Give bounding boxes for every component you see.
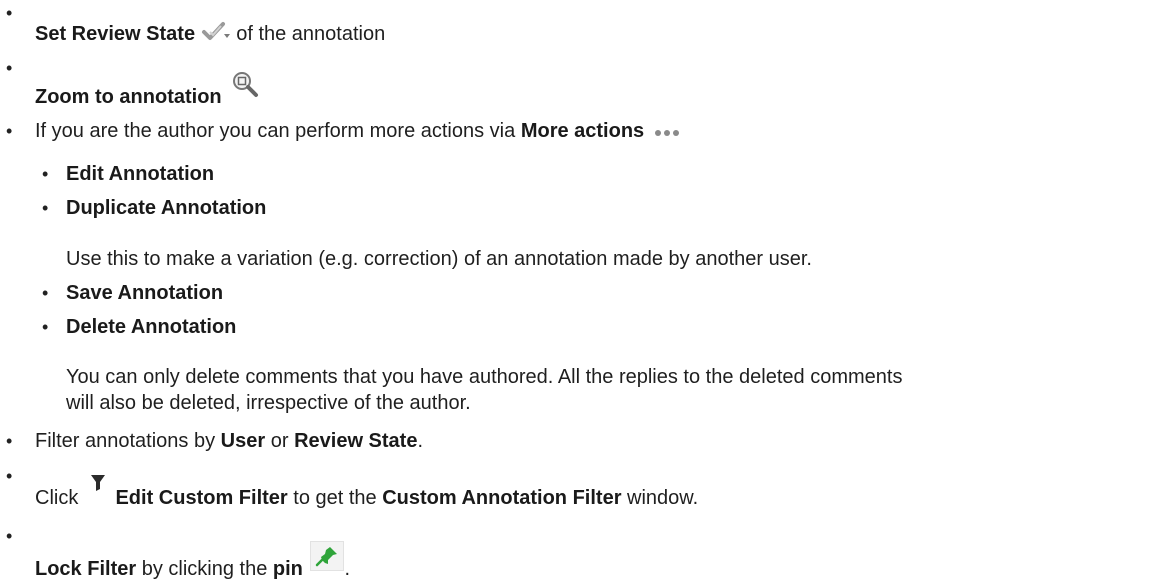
bullet: •	[6, 466, 13, 486]
list-item-review-state: • Set Review State of the annotation	[0, 0, 1165, 50]
duplicate-annotation-label: Duplicate Annotation	[66, 197, 267, 219]
filter-user: User	[220, 430, 266, 452]
filter-funnel-icon	[90, 473, 106, 500]
custom-mid-text: to get the	[293, 487, 377, 509]
review-state-suffix: of the annotation	[236, 22, 386, 45]
lock-mid-text: by clicking the	[141, 557, 268, 580]
custom-click-text: Click	[35, 487, 79, 509]
custom-annotation-filter-label: Custom Annotation Filter	[382, 487, 622, 509]
more-actions-label: More actions	[520, 120, 645, 142]
lock-filter-label: Lock Filter	[35, 557, 137, 580]
custom-window-text: window.	[627, 487, 699, 509]
bullet: •	[6, 58, 13, 78]
filter-or: or	[270, 430, 289, 452]
pin-icon	[310, 541, 345, 578]
bullet: •	[42, 164, 49, 184]
delete-description-line-2: will also be deleted, irrespective of th…	[66, 392, 471, 414]
list-item-lock-filter: • Lock Filter by clicking the pin .	[0, 523, 1165, 581]
bullet: •	[42, 317, 49, 337]
checkmark-dropdown-icon	[201, 20, 231, 49]
list-item-custom-filter: • Click Edit Custom Filter to get the Cu…	[0, 463, 1165, 513]
filter-text: Filter annotations by	[35, 430, 216, 452]
bullet: •	[42, 198, 49, 218]
filter-period: .	[417, 430, 424, 452]
list-item-author-actions: • If you are the author you can perform …	[0, 118, 1165, 148]
zoom-magnifier-icon	[231, 70, 259, 105]
author-actions-text: If you are the author you can perform mo…	[35, 120, 516, 142]
filter-review-state: Review State	[294, 430, 418, 452]
save-annotation-label: Save Annotation	[66, 282, 224, 304]
bullet: •	[42, 283, 49, 303]
edit-annotation-label: Edit Annotation	[66, 163, 215, 185]
list-item-zoom: • Zoom to annotation	[0, 50, 1165, 110]
pin-label: pin	[272, 557, 303, 580]
lock-period: .	[344, 557, 351, 580]
delete-annotation-label: Delete Annotation	[66, 316, 237, 338]
review-state-label: Set Review State	[35, 22, 196, 45]
bullet: •	[6, 431, 13, 451]
bullet: •	[6, 3, 13, 23]
duplicate-description: Use this to make a variation (e.g. corre…	[66, 248, 812, 270]
bullet: •	[6, 526, 13, 546]
bullet: •	[6, 121, 13, 141]
zoom-label: Zoom to annotation	[35, 85, 222, 108]
edit-custom-filter-label: Edit Custom Filter	[115, 487, 288, 509]
more-actions-dots-icon	[654, 119, 680, 145]
delete-description-line-1: You can only delete comments that you ha…	[66, 366, 903, 388]
